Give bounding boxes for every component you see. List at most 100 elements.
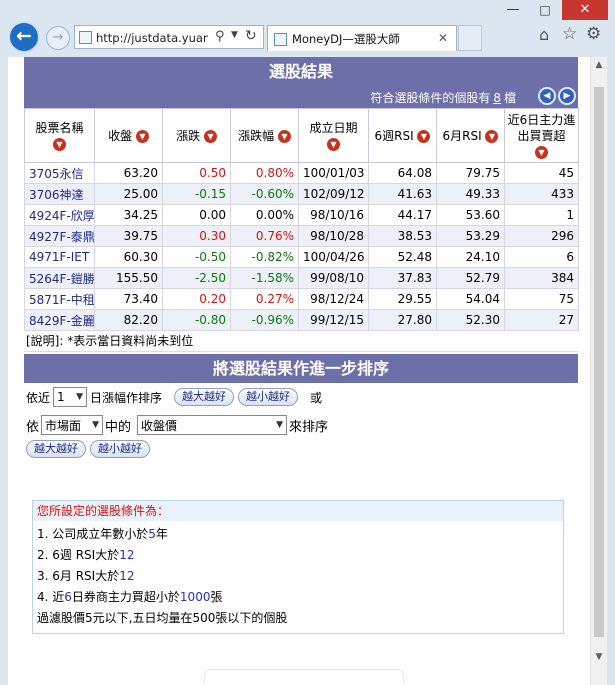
- results-count-bar: 符合選股條件的個股有 8 檔 ◀ ▶: [24, 86, 578, 108]
- col-label: 近6日主力進出買賣超: [507, 112, 576, 143]
- criteria-text: 日券商主力買超小於: [71, 590, 180, 604]
- col-header-stock[interactable]: 股票名稱 ▼: [24, 108, 95, 163]
- scroll-down-icon[interactable]: ▼: [591, 649, 607, 666]
- col-header-change[interactable]: 漲跌 ▼: [162, 108, 231, 163]
- col-header-net[interactable]: 近6日主力進出買賣超 ▼: [504, 108, 579, 163]
- results-table-body: 3705永信 63.20 0.50 0.80% 100/01/03 64.08 79.75 4…: [24, 162, 579, 331]
- window-frame: [607, 57, 615, 685]
- sort-down-icon[interactable]: ▼: [203, 129, 217, 143]
- sort-heading: 將選股結果作進一步排序: [24, 354, 578, 383]
- table-row: 5871F-中租 73.40 0.20 0.27% 98/12/24 29.55 54.04…: [24, 288, 579, 310]
- search-icon[interactable]: ⚲: [215, 29, 225, 44]
- cell-change-pct: -0.96%: [230, 309, 299, 331]
- criteria-text: 1. 公司成立年數小於: [37, 527, 149, 541]
- partially-hidden-button[interactable]: [204, 669, 404, 683]
- col-header-rsi6w[interactable]: 6週RSI ▼: [368, 108, 437, 163]
- cell-rsi6m: 49.33: [436, 183, 505, 205]
- refresh-icon[interactable]: ↻: [245, 28, 257, 44]
- criteria-value: 6: [64, 590, 72, 604]
- cell-date: 98/10/16: [298, 204, 369, 226]
- cell-rsi6m: 53.60: [436, 204, 505, 226]
- browser-tab[interactable]: MoneyDJ—選股大師 ✕: [267, 25, 457, 51]
- stock-link[interactable]: 4924F-欣厚: [24, 204, 95, 226]
- cell-date: 98/12/24: [298, 288, 369, 310]
- sort-desc-button[interactable]: 越大越好: [174, 388, 235, 406]
- sort-down-icon[interactable]: ▼: [417, 129, 431, 143]
- scroll-up-icon[interactable]: ▲: [591, 57, 607, 74]
- results-heading: 選股結果: [24, 57, 578, 86]
- sort-down-icon[interactable]: ▼: [53, 137, 66, 151]
- stock-link[interactable]: 5264F-鎧勝: [24, 267, 95, 289]
- field-sort-asc-button[interactable]: 越小越好: [90, 440, 150, 458]
- stock-link[interactable]: 4971F-IET: [24, 246, 95, 268]
- home-icon[interactable]: ⌂: [539, 25, 549, 44]
- cell-change-pct: 0.76%: [230, 225, 299, 247]
- prev-page-button[interactable]: ◀: [538, 87, 556, 105]
- close-tab-icon[interactable]: ✕: [438, 31, 448, 45]
- sort-down-icon[interactable]: ▼: [277, 129, 291, 143]
- forward-button[interactable]: →: [46, 26, 70, 50]
- col-label: 6週RSI: [374, 128, 414, 143]
- arrow-right-icon: →: [52, 30, 64, 45]
- cell-rsi6w: 52.48: [368, 246, 437, 268]
- cell-close: 25.00: [94, 183, 163, 205]
- address-bar[interactable]: http://justdata.yuant... ⚲ ▼ ↻: [74, 25, 264, 49]
- settings-gear-icon[interactable]: ⚙: [586, 24, 601, 44]
- results-count: 符合選股條件的個股有 8 檔: [370, 89, 516, 106]
- back-button[interactable]: ←: [8, 21, 40, 53]
- cell-change: -0.50: [162, 246, 231, 268]
- scroll-thumb[interactable]: [594, 87, 604, 637]
- market-select[interactable]: 市場面 ▼: [41, 415, 104, 435]
- criteria-text: 4. 近: [37, 590, 65, 604]
- minimize-button[interactable]: —: [498, 0, 528, 20]
- days-select[interactable]: 1 ▼: [53, 387, 88, 407]
- field-sort-desc-button[interactable]: 越大越好: [26, 440, 86, 458]
- cell-net: 75: [504, 288, 579, 310]
- cell-net: 27: [504, 309, 579, 331]
- favorites-star-icon[interactable]: ☆: [562, 24, 577, 44]
- stock-link[interactable]: 3706神達: [24, 183, 95, 205]
- new-tab-button[interactable]: [458, 25, 482, 51]
- criteria-text: 年: [155, 527, 168, 541]
- next-page-button[interactable]: ▶: [558, 87, 576, 105]
- cell-rsi6m: 52.79: [436, 267, 505, 289]
- criteria-value: 12: [119, 548, 135, 562]
- cell-rsi6w: 41.63: [368, 183, 437, 205]
- col-header-close[interactable]: 收盤 ▼: [94, 108, 163, 163]
- criteria-panel: 您所設定的選股條件為： 1. 公司成立年數小於5年 2. 6週 RSI大於12 …: [32, 500, 564, 634]
- sort-down-icon[interactable]: ▼: [135, 129, 149, 143]
- field-select[interactable]: 收盤價 ▼: [137, 415, 288, 435]
- tab-title: MoneyDJ—選股大師: [292, 32, 400, 46]
- criteria-item: 1. 公司成立年數小於5年: [37, 524, 559, 545]
- stock-link[interactable]: 8429F-金麗: [24, 309, 95, 331]
- sort-down-icon[interactable]: ▼: [485, 129, 499, 143]
- cell-rsi6w: 38.53: [368, 225, 437, 247]
- stock-link[interactable]: 3705永信: [24, 162, 95, 184]
- cell-rsi6m: 52.30: [436, 309, 505, 331]
- cell-change-pct: 0.27%: [230, 288, 299, 310]
- col-label: 6月RSI: [442, 128, 482, 143]
- days-value: 1: [57, 390, 65, 404]
- cell-close: 82.20: [94, 309, 163, 331]
- col-header-rsi6m[interactable]: 6月RSI ▼: [436, 108, 505, 163]
- cell-net: 296: [504, 225, 579, 247]
- cell-net: 45: [504, 162, 579, 184]
- stock-link[interactable]: 4927F-泰鼎: [24, 225, 95, 247]
- close-window-button[interactable]: ✕: [562, 0, 608, 20]
- sort-down-icon[interactable]: ▼: [327, 137, 340, 151]
- vertical-scrollbar[interactable]: ▲ ▼: [590, 57, 607, 685]
- stock-link[interactable]: 5871F-中租: [24, 288, 95, 310]
- sort-asc-button[interactable]: 越小越好: [238, 388, 299, 406]
- col-header-date[interactable]: 成立日期 ▼: [298, 108, 369, 163]
- sort-down-icon[interactable]: ▼: [535, 145, 548, 159]
- cell-close: 34.25: [94, 204, 163, 226]
- address-text[interactable]: http://justdata.yuant...: [96, 30, 208, 46]
- dropdown-icon[interactable]: ▼: [231, 30, 238, 40]
- count-prefix: 符合選股條件的個股有: [370, 91, 491, 105]
- cell-rsi6m: 79.75: [436, 162, 505, 184]
- cell-close: 63.20: [94, 162, 163, 184]
- cell-close: 155.50: [94, 267, 163, 289]
- maximize-button[interactable]: □: [530, 0, 560, 20]
- criteria-text: 3. 6月 RSI大於: [37, 569, 120, 583]
- col-header-change-pct[interactable]: 漲跌幅 ▼: [230, 108, 299, 163]
